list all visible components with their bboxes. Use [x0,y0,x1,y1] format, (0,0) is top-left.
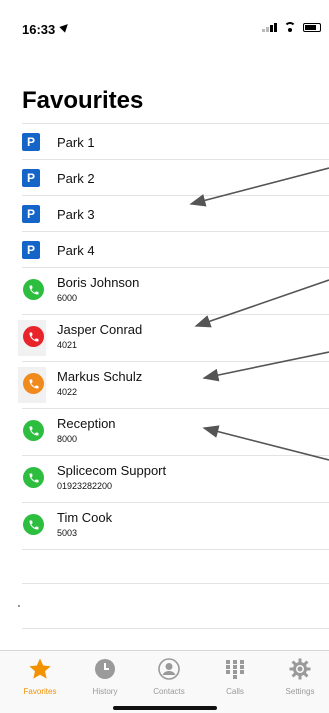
call-status-icon[interactable] [23,279,44,300]
status-indicators [262,22,321,32]
contact-extension: 4022 [57,387,78,397]
gear-icon [270,657,329,681]
list-item-contact-reception[interactable]: Reception 8000 [22,408,329,455]
tab-calls[interactable]: Calls [205,657,265,696]
tab-settings[interactable]: Settings [270,657,329,696]
page-dot [18,605,20,607]
list-item-park-1[interactable]: P Park 1 [22,123,329,159]
tab-favorites[interactable]: Favorites [10,657,70,696]
status-bar: 16:33 [0,0,329,44]
contact-name: Tim Cook [57,510,113,525]
park-label: Park 1 [57,135,95,150]
contact-extension: 4021 [57,340,78,350]
star-icon [10,657,70,681]
tab-label: Settings [285,687,315,696]
park-label: Park 4 [57,243,95,258]
park-label: Park 3 [57,207,95,222]
tab-label: Contacts [153,687,185,696]
tab-history[interactable]: History [75,657,135,696]
contact-name: Boris Johnson [57,275,140,290]
call-status-icon[interactable] [23,467,44,488]
favourites-screen: 16:33 Favourites P Park 1 P Park 2 P Par… [0,0,329,713]
contact-extension: 8000 [57,434,78,444]
list-item-contact-tim-cook[interactable]: Tim Cook 5003 [22,502,329,550]
call-status-icon[interactable] [23,373,44,394]
clock-icon [75,657,135,681]
park-icon: P [22,205,40,223]
call-status-icon[interactable] [23,326,44,347]
tab-label: Calls [226,687,244,696]
park-icon: P [22,133,40,151]
list-item-park-4[interactable]: P Park 4 [22,231,329,267]
contact-extension: 01923282200 [57,481,113,491]
keypad-icon [205,657,265,681]
tab-bar: Favorites History Contacts Calls Setting… [0,650,329,713]
location-icon [59,21,71,33]
phone-icon [29,379,38,388]
contact-extension: 6000 [57,293,78,303]
contact-name: Reception [57,416,116,431]
phone-icon [29,473,38,482]
list-item-contact-jasper-conrad[interactable]: Jasper Conrad 4021 [18,314,329,361]
phone-icon [29,332,38,341]
favourites-list: P Park 1 P Park 2 P Park 3 P Park 4 Bori… [18,123,329,550]
wifi-icon [283,22,297,32]
phone-icon [29,426,38,435]
list-item-contact-markus-schulz[interactable]: Markus Schulz 4022 [18,361,329,408]
list-item-park-3[interactable]: P Park 3 [22,195,329,231]
status-time: 16:33 [22,22,56,37]
tab-label: Favorites [23,687,57,696]
call-status-icon[interactable] [23,514,44,535]
list-item-park-2[interactable]: P Park 2 [22,159,329,195]
tab-contacts[interactable]: Contacts [139,657,199,696]
contact-name: Jasper Conrad [57,322,143,337]
page-title: Favourites [22,87,144,114]
list-item-contact-boris-johnson[interactable]: Boris Johnson 6000 [22,267,329,314]
tab-label: History [92,687,118,696]
contact-name: Splicecom Support [57,463,167,478]
park-label: Park 2 [57,171,95,186]
divider [22,628,329,629]
battery-icon [303,22,321,32]
phone-icon [29,285,38,294]
contact-icon [139,657,199,681]
divider [22,583,329,584]
home-indicator [113,706,217,710]
park-icon: P [22,169,40,187]
phone-icon [29,520,38,529]
contact-name: Markus Schulz [57,369,143,384]
list-item-contact-splicecom-support[interactable]: Splicecom Support 01923282200 [22,455,329,502]
signal-icon [262,22,277,32]
contact-extension: 5003 [57,528,78,538]
park-icon: P [22,241,40,259]
call-status-icon[interactable] [23,420,44,441]
